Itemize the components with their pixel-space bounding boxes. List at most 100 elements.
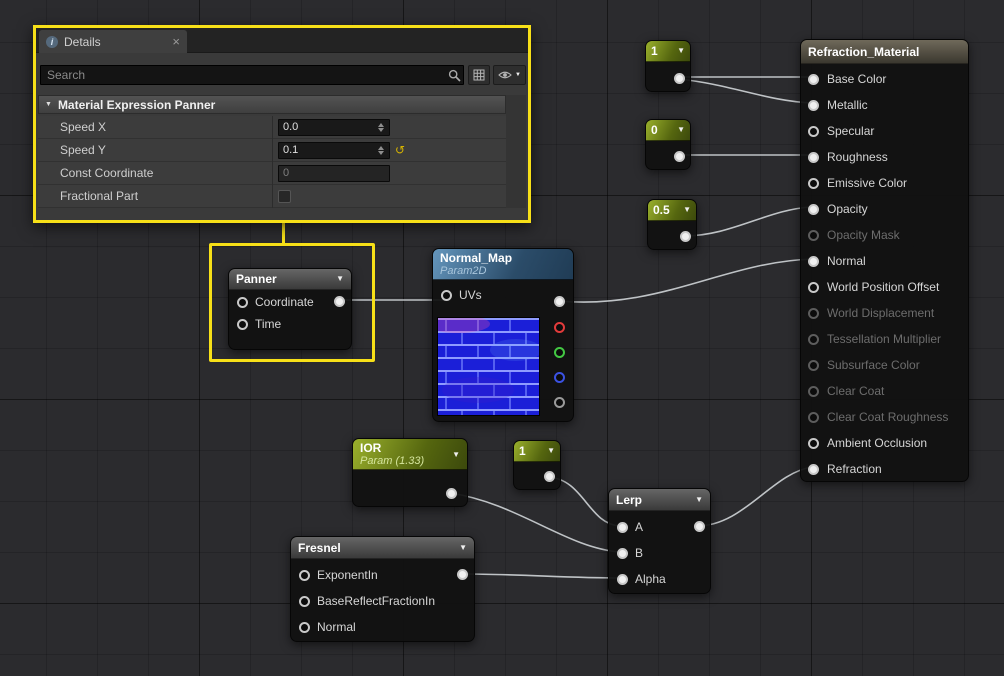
opacity-mask-input-pin: [808, 229, 819, 241]
section-header-material-expression-panner[interactable]: ▼ Material Expression Panner: [38, 95, 506, 114]
chevron-down-icon[interactable]: ▼: [452, 451, 460, 459]
fresnel-output-pin[interactable]: [457, 569, 468, 580]
normal-map-node[interactable]: Normal_Map Param2D UVs: [426, 248, 574, 422]
normal-map-node-subtitle: Param2D: [440, 265, 487, 277]
constant-one-output-pin[interactable]: [674, 73, 685, 84]
view-options-button[interactable]: ▼: [493, 65, 526, 85]
section-title: Material Expression Panner: [57, 97, 216, 112]
fresnel-exponentin-input-pin[interactable]: [299, 569, 310, 581]
constant-zero-node[interactable]: 0 ▼: [645, 119, 691, 170]
rgb-output-pin[interactable]: [554, 296, 565, 307]
chevron-down-icon: ▼: [515, 72, 521, 78]
spinner-icon[interactable]: [377, 123, 385, 132]
material-input-label: Metallic: [827, 98, 868, 112]
normal-map-node-title: Normal_Map: [440, 251, 513, 265]
uvs-input-pin[interactable]: [441, 289, 452, 301]
material-input-label: World Position Offset: [827, 280, 940, 294]
ior-output-pin[interactable]: [446, 488, 457, 499]
speed-x-field[interactable]: 0.0: [278, 118, 390, 136]
fresnel-normal-label: Normal: [317, 620, 356, 634]
base-color-input-pin[interactable]: [808, 73, 819, 85]
lerp-alpha-input-pin[interactable]: [617, 573, 628, 585]
property-matrix-button[interactable]: [468, 65, 490, 85]
material-input-label: Clear Coat Roughness: [827, 410, 949, 424]
fresnel-basereflect-label: BaseReflectFractionIn: [317, 594, 436, 608]
green-channel-output-pin[interactable]: [554, 347, 565, 358]
tessellation-multiplier-input-pin: [808, 333, 819, 345]
constant-one-value: 1: [651, 44, 658, 58]
details-tab-icon: i: [46, 35, 58, 48]
fresnel-node[interactable]: Fresnel ▼ ExponentIn BaseReflectFraction…: [290, 536, 475, 642]
emissive-color-input-pin[interactable]: [808, 177, 819, 189]
fresnel-exponentin-label: ExponentIn: [317, 568, 378, 582]
property-label: Const Coordinate: [60, 166, 154, 180]
time-pin-label: Time: [255, 317, 282, 331]
lerp-node[interactable]: Lerp ▼ A B Alpha: [608, 488, 711, 594]
expand-arrow-icon: ▼: [45, 101, 52, 108]
chevron-down-icon[interactable]: ▼: [547, 447, 555, 455]
clear-coat-input-pin: [808, 385, 819, 397]
wire-const05-to-opacity: [683, 206, 813, 237]
search-input[interactable]: [40, 65, 464, 85]
details-tab[interactable]: i Details ×: [39, 30, 187, 53]
time-input-pin[interactable]: [237, 318, 248, 330]
chevron-down-icon[interactable]: ▼: [677, 47, 685, 55]
constant-half-value: 0.5: [653, 203, 670, 217]
normal-input-pin[interactable]: [808, 255, 819, 267]
material-input-label: Base Color: [827, 72, 887, 86]
constant-one-node[interactable]: 1 ▼: [645, 40, 691, 92]
material-input-label: Ambient Occlusion: [827, 436, 928, 450]
ior-node-title: IOR: [360, 441, 382, 455]
wire-ior-to-lerp-b: [449, 492, 621, 553]
highlight-connector-line: [282, 223, 285, 243]
ior-param-node[interactable]: IOR Param (1.33) ▼: [352, 438, 468, 507]
ambient-occlusion-input-pin[interactable]: [808, 437, 819, 449]
lerp-output-pin[interactable]: [694, 521, 705, 532]
blue-channel-output-pin[interactable]: [554, 372, 565, 383]
lerp-b-input-pin[interactable]: [617, 547, 628, 559]
constant-zero-output-pin[interactable]: [674, 151, 685, 162]
chevron-down-icon[interactable]: ▼: [695, 495, 703, 504]
fresnel-basereflect-input-pin[interactable]: [299, 595, 310, 607]
specular-input-pin[interactable]: [808, 125, 819, 137]
constant-half-output-pin[interactable]: [680, 231, 691, 242]
lerp-node-title: Lerp: [616, 492, 643, 507]
coordinate-input-pin[interactable]: [237, 296, 248, 308]
world-position-offset-input-pin[interactable]: [808, 281, 819, 293]
scrollbar-gutter[interactable]: [506, 95, 526, 208]
close-icon[interactable]: ×: [172, 35, 180, 48]
fractional-part-checkbox[interactable]: [278, 189, 291, 203]
wire-const1-to-metallic: [677, 78, 813, 104]
chevron-down-icon[interactable]: ▼: [336, 275, 344, 283]
constant-one-lerp-output-pin[interactable]: [544, 471, 555, 482]
fresnel-normal-input-pin[interactable]: [299, 621, 310, 633]
reset-to-default-icon[interactable]: ↺: [395, 144, 405, 156]
red-channel-output-pin[interactable]: [554, 322, 565, 333]
metallic-input-pin[interactable]: [808, 99, 819, 111]
constant-one-lerp-node[interactable]: 1 ▼: [513, 440, 561, 490]
material-graph-canvas[interactable]: Panner ▼ Coordinate Time Normal_Map Para…: [0, 0, 1004, 676]
opacity-input-pin[interactable]: [808, 203, 819, 215]
panner-node[interactable]: Panner ▼ Coordinate Time: [228, 268, 352, 350]
panner-output-pin[interactable]: [334, 296, 345, 307]
refraction-input-pin[interactable]: [808, 463, 819, 475]
chevron-down-icon[interactable]: ▼: [683, 206, 691, 214]
lerp-a-input-pin[interactable]: [617, 521, 628, 533]
panner-node-title: Panner: [236, 272, 277, 286]
roughness-input-pin[interactable]: [808, 151, 819, 163]
search-icon: [448, 69, 461, 82]
chevron-down-icon[interactable]: ▼: [677, 126, 685, 134]
chevron-down-icon[interactable]: ▼: [459, 543, 467, 552]
spinner-icon[interactable]: [377, 146, 385, 155]
const-coordinate-field[interactable]: 0: [278, 164, 390, 182]
alpha-channel-output-pin[interactable]: [554, 397, 565, 408]
property-label: Speed Y: [60, 143, 106, 157]
details-tab-bar: i Details ×: [36, 28, 528, 53]
subsurface-color-input-pin: [808, 359, 819, 371]
world-displacement-input-pin: [808, 307, 819, 319]
material-input-label: Emissive Color: [827, 176, 908, 190]
constant-one-lerp-value: 1: [519, 444, 526, 458]
constant-half-node[interactable]: 0.5 ▼: [647, 199, 697, 250]
speed-y-field[interactable]: 0.1: [278, 141, 390, 159]
refraction-material-node[interactable]: Refraction_Material Base Color Metallic …: [800, 39, 969, 482]
